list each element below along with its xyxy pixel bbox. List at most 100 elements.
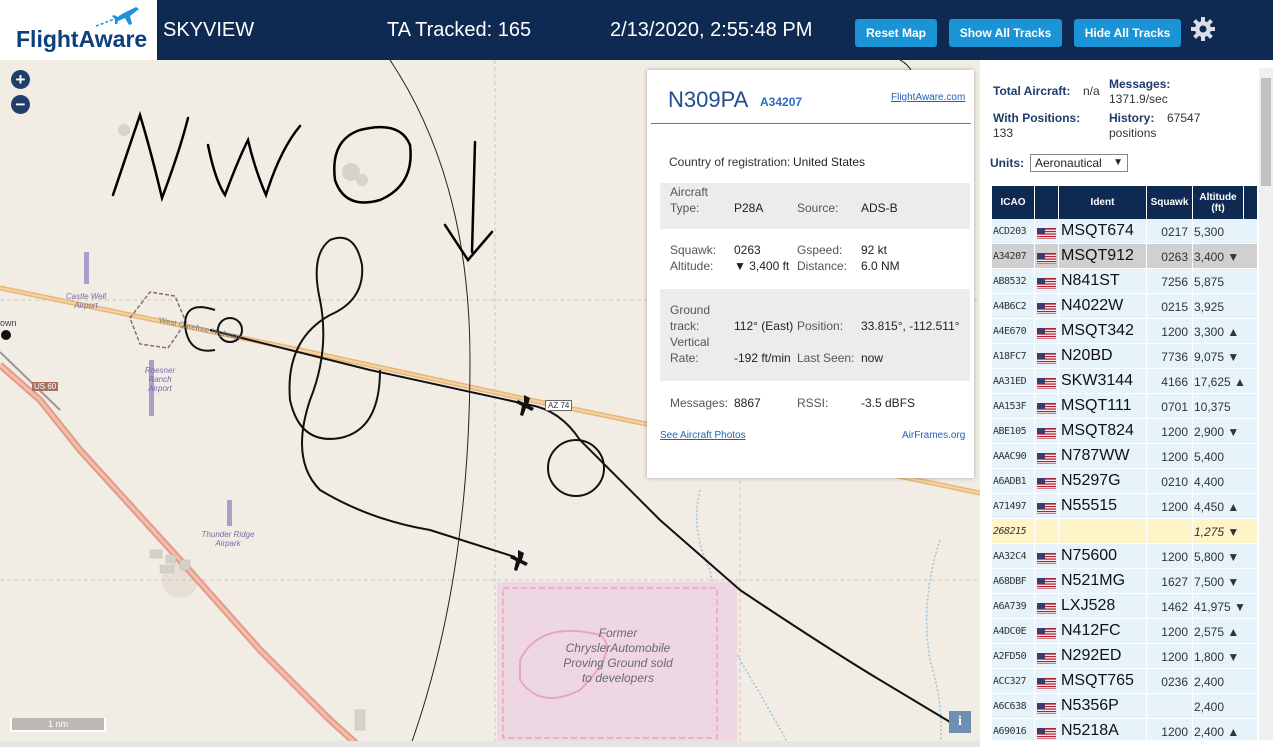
column-divider [1192,544,1193,569]
column-divider [1192,694,1193,719]
castle-well-label: Castle Well Airport [65,292,107,310]
column-divider [1192,219,1193,244]
row-squawk: 1200 [1161,325,1188,339]
source-value: ADS-B [861,201,898,215]
position-value: 33.815°, -112.511° [861,319,960,333]
table-row[interactable]: 268215 1,275 ▼ [992,519,1257,544]
us-flag-icon [1037,651,1056,664]
table-row[interactable]: A4DC0E N412FC 1200 2,575 ▲ [992,619,1257,644]
row-squawk: 0701 [1161,400,1188,414]
us60-shield: US 60 [32,382,59,391]
col-icao[interactable]: ICAO [992,186,1034,219]
hide-all-tracks-button[interactable]: Hide All Tracks [1074,19,1181,47]
row-altitude: 17,625 ▲ [1194,375,1246,389]
table-row[interactable]: A6C638 N5356P 2,400 [992,694,1257,719]
sidebar-vertical-scrollbar[interactable] [1259,68,1273,740]
column-divider [1034,669,1035,694]
table-row[interactable]: A68DBF N521MG 1627 7,500 ▼ [992,569,1257,594]
flightaware-link[interactable]: FlightAware.com [891,92,965,103]
row-squawk: 1200 [1161,725,1188,739]
show-all-tracks-button[interactable]: Show All Tracks [949,19,1062,47]
table-row[interactable]: A69016 N5218A 1200 2,400 ▲ [992,719,1257,740]
table-row[interactable]: A4B6C2 N4022W 0215 3,925 [992,294,1257,319]
column-divider [1034,269,1035,294]
units-selected-value: Aeronautical [1035,156,1102,170]
table-row[interactable]: A2FD50 N292ED 1200 1,800 ▼ [992,644,1257,669]
us-flag-icon [1037,476,1056,489]
flightaware-logo[interactable]: FlightAware [0,0,157,60]
reset-map-button[interactable]: Reset Map [855,19,937,47]
table-row[interactable]: A6ADB1 N5297G 0210 4,400 [992,469,1257,494]
zoom-in-button[interactable]: + [11,70,30,89]
scrollbar-thumb[interactable] [1261,78,1271,186]
table-row[interactable]: ACC327 MSQT765 0236 2,400 [992,669,1257,694]
row-ident: N4022W [1061,297,1124,314]
table-row[interactable]: A34207 MSQT912 0263 3,400 ▼ [992,244,1257,269]
column-divider [1034,544,1035,569]
column-divider [1034,219,1035,244]
col-ident[interactable]: Ident [1059,186,1146,219]
column-divider [1146,494,1147,519]
column-divider [1146,569,1147,594]
row-squawk: 1200 [1161,450,1188,464]
column-divider [1034,569,1035,594]
row-altitude: 10,375 [1194,400,1231,414]
us-flag-icon [1037,626,1056,639]
column-divider [1192,669,1193,694]
col-altitude[interactable]: Altitude (ft) [1193,186,1243,219]
col-extra[interactable] [1244,186,1257,219]
popup-hex-code[interactable]: A34207 [760,95,802,109]
units-select[interactable]: Aeronautical ▼ [1030,154,1128,172]
column-divider [1146,669,1147,694]
table-row[interactable]: A18FC7 N20BD 7736 9,075 ▼ [992,344,1257,369]
table-row[interactable]: AA31ED SKW3144 4166 17,625 ▲ [992,369,1257,394]
column-divider [1034,469,1035,494]
column-divider [1192,719,1193,740]
col-flag[interactable] [1035,186,1058,219]
info-button[interactable]: i [949,711,971,733]
table-row[interactable]: AB8532 N841ST 7256 5,875 [992,269,1257,294]
row-altitude: 2,400 ▲ [1194,725,1240,739]
row-icao: AA153F [993,401,1027,412]
distance-value: 6.0 NM [861,259,900,273]
column-divider [1192,569,1193,594]
column-divider [1192,294,1193,319]
row-ident: N55515 [1061,497,1118,514]
zoom-out-button[interactable]: − [11,95,30,114]
aircraft-photos-link[interactable]: See Aircraft Photos [660,430,746,441]
column-divider [1034,619,1035,644]
col-squawk[interactable]: Squawk [1147,186,1192,219]
column-divider [1146,369,1147,394]
column-divider [1058,444,1059,469]
column-divider [1146,219,1147,244]
table-row[interactable]: A6A739 LXJ528 1462 41,975 ▼ [992,594,1257,619]
gear-icon[interactable] [1190,16,1216,42]
row-squawk: 0263 [1161,250,1188,264]
proving-ground-label: Former ChryslerAutomobile Proving Ground… [563,626,673,685]
row-icao: A71497 [993,501,1027,512]
current-datetime: 2/13/2020, 2:55:48 PM [610,19,813,41]
total-aircraft-label: Total Aircraft: [993,84,1071,98]
column-divider [1058,569,1059,594]
column-divider [1146,719,1147,740]
row-squawk: 1200 [1161,550,1188,564]
row-altitude: 2,575 ▲ [1194,625,1240,639]
row-squawk: 7736 [1161,350,1188,364]
column-divider [1034,244,1035,269]
row-altitude: 5,400 [1194,450,1225,464]
column-divider [1146,644,1147,669]
table-row[interactable]: A4E670 MSQT342 1200 3,300 ▲ [992,319,1257,344]
airframes-link[interactable]: AirFrames.org [902,430,965,441]
column-divider [1034,694,1035,719]
table-row[interactable]: A71497 N55515 1200 4,450 ▲ [992,494,1257,519]
table-row[interactable]: AA153F MSQT111 0701 10,375 [992,394,1257,419]
column-divider [1146,694,1147,719]
table-row[interactable]: ABE105 MSQT824 1200 2,900 ▼ [992,419,1257,444]
table-row[interactable]: AAAC90 N787WW 1200 5,400 [992,444,1257,469]
with-positions-label: With Positions: [993,111,1081,125]
map-horizontal-scrollbar[interactable] [0,741,980,747]
table-row[interactable]: ACD203 MSQT674 0217 5,300 [992,219,1257,244]
table-row[interactable]: AA32C4 N75600 1200 5,800 ▼ [992,544,1257,569]
column-divider [1058,344,1059,369]
column-divider [1192,619,1193,644]
